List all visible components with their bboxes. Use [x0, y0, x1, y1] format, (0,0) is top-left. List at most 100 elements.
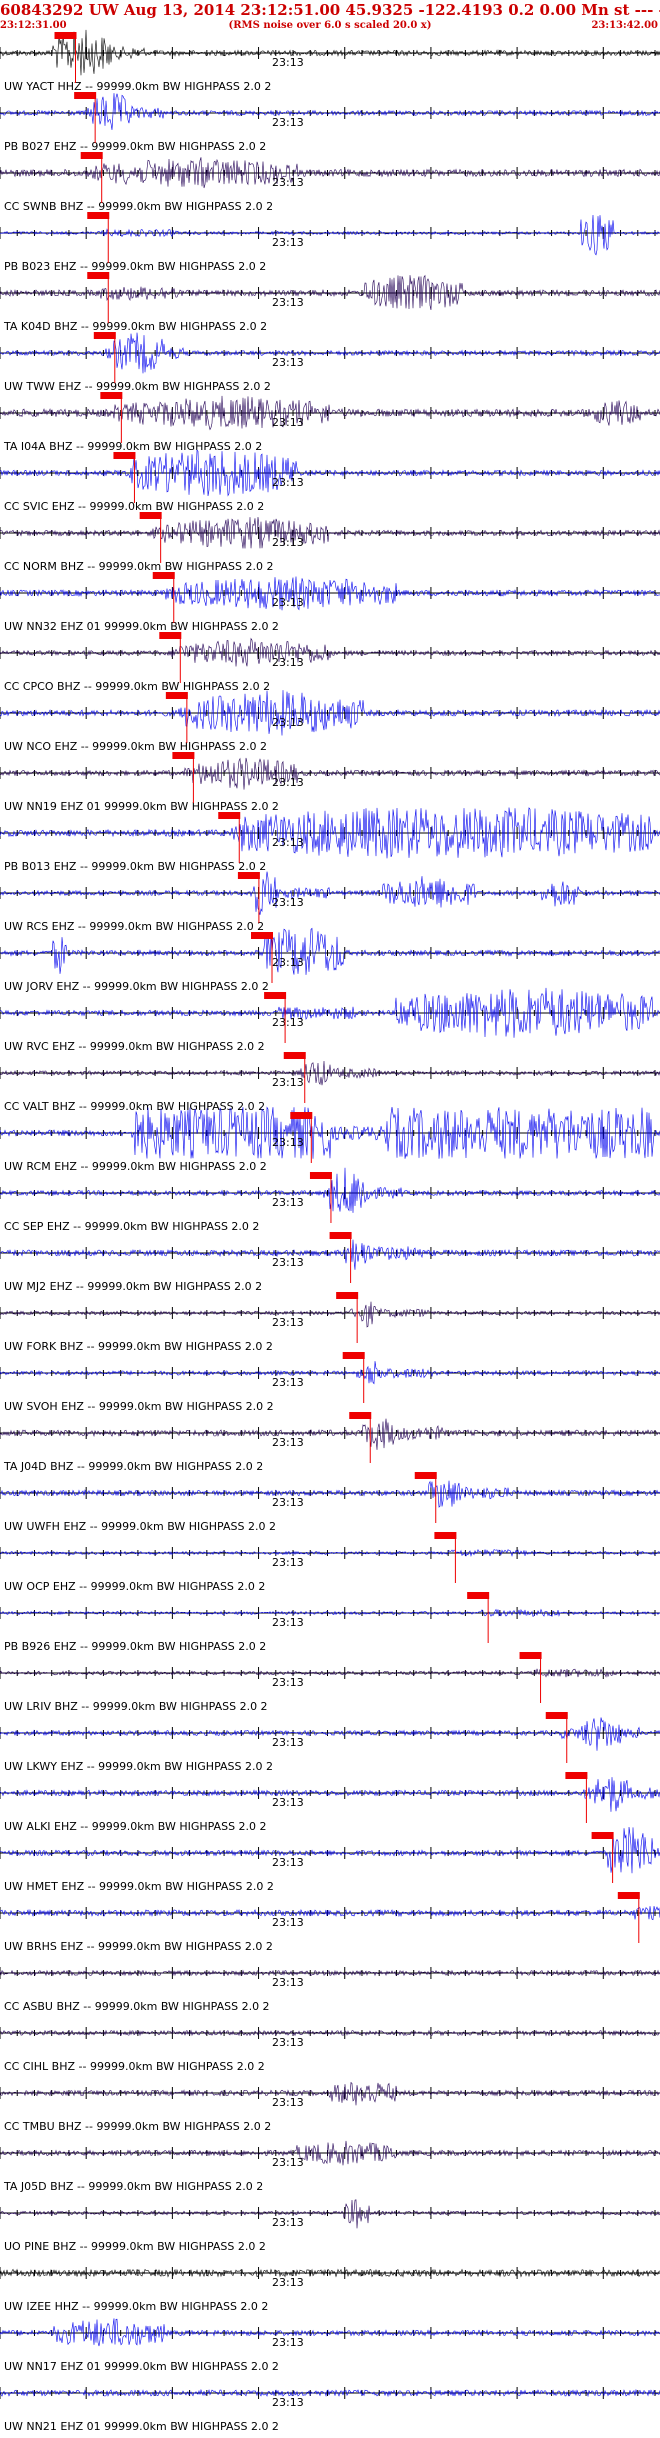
channel-label: UW TWW EHZ -- 99999.0km BW HIGHPASS 2.0 …	[4, 380, 271, 393]
channel-trace: UW RCM EHZ -- 99999.0km BW HIGHPASS 2.0 …	[0, 1106, 660, 1173]
waveform	[0, 1301, 660, 1328]
pick-marker	[414, 1472, 437, 1479]
tick-label: 23:13	[272, 1676, 304, 1689]
tick-label: 23:13	[272, 596, 304, 609]
tick-label: 23:13	[272, 116, 304, 129]
channel-trace: PB B013 EHZ -- 99999.0km BW HIGHPASS 2.0…	[0, 807, 660, 873]
tick-label: 23:13	[272, 1436, 304, 1449]
channel-label: CC TMBU BHZ -- 99999.0km BW HIGHPASS 2.0…	[4, 2120, 271, 2133]
channel-trace: CC ASBU BHZ -- 99999.0km BW HIGHPASS 2.0…	[0, 1967, 660, 2013]
tick-label: 23:13	[272, 2216, 304, 2229]
waveform	[0, 757, 660, 790]
channel-label: UW RCM EHZ -- 99999.0km BW HIGHPASS 2.0 …	[4, 1160, 267, 1173]
pick-marker	[139, 512, 162, 519]
pick-marker	[87, 272, 110, 279]
tick-label: 23:13	[272, 176, 304, 189]
pick-marker	[159, 632, 182, 639]
channel-trace: UW HMET EHZ -- 99999.0km BW HIGHPASS 2.0…	[0, 1826, 660, 1893]
channel-trace: UW LRIV BHZ -- 99999.0km BW HIGHPASS 2.0…	[0, 1652, 660, 1713]
pick-marker	[218, 812, 241, 819]
channel-trace: UW IZEE HHZ -- 99999.0km BW HIGHPASS 2.0…	[0, 2267, 660, 2313]
pick-marker	[251, 932, 273, 939]
tick-label: 23:13	[272, 1256, 304, 1269]
waveform	[0, 2081, 660, 2106]
tick-label: 23:13	[272, 536, 304, 549]
channel-label: CC SWNB BHZ -- 99999.0km BW HIGHPASS 2.0…	[4, 200, 273, 213]
channel-trace: UW NN32 EHZ 01 99999.0km BW HIGHPASS 2.0…	[0, 572, 660, 633]
pick-marker	[74, 92, 97, 99]
channel-label: UO PINE BHZ -- 99999.0km BW HIGHPASS 2.0…	[4, 2240, 266, 2253]
tick-label: 23:13	[272, 1376, 304, 1389]
tick-label: 23:13	[272, 416, 304, 429]
channel-label: UW RVC EHZ -- 99999.0km BW HIGHPASS 2.0 …	[4, 1040, 265, 1053]
pick-marker	[290, 1112, 313, 1119]
tick-label: 23:13	[272, 2156, 304, 2169]
channel-label: UW BRHS EHZ -- 99999.0km BW HIGHPASS 2.0…	[4, 1940, 273, 1953]
tick-label: 23:13	[272, 2096, 304, 2109]
tick-label: 23:13	[272, 1916, 304, 1929]
channel-trace: UW OCP EHZ -- 99999.0km BW HIGHPASS 2.0 …	[0, 1532, 660, 1593]
waveform	[0, 1239, 660, 1270]
tick-label: 23:13	[272, 896, 304, 909]
tick-label: 23:13	[272, 2036, 304, 2049]
waveform	[0, 1717, 660, 1751]
pick-marker	[545, 1712, 568, 1719]
pick-marker	[93, 332, 116, 339]
channel-trace: UW NCO EHZ -- 99999.0km BW HIGHPASS 2.0 …	[0, 690, 660, 753]
tick-label: 23:13	[272, 1856, 304, 1869]
tick-label: 23:13	[272, 716, 304, 729]
pick-marker	[283, 1052, 306, 1059]
channel-trace: UW ALKI EHZ -- 99999.0km BW HIGHPASS 2.0…	[0, 1772, 660, 1833]
channel-label: UW JORV EHZ -- 99999.0km BW HIGHPASS 2.0…	[4, 980, 269, 993]
waveform	[0, 2318, 660, 2347]
channel-label: UW HMET EHZ -- 99999.0km BW HIGHPASS 2.0…	[4, 1880, 274, 1893]
pick-marker	[349, 1412, 372, 1419]
tick-label: 23:13	[272, 1976, 304, 1989]
tick-label: 23:13	[272, 296, 304, 309]
waveform	[0, 1480, 660, 1508]
tick-label: 23:13	[272, 1076, 304, 1089]
tick-label: 23:13	[272, 836, 304, 849]
seismogram-plot: UW YACT HHZ -- 99999.0km BW HIGHPASS 2.0…	[0, 29, 660, 2433]
channel-trace: CC TMBU BHZ -- 99999.0km BW HIGHPASS 2.0…	[0, 2081, 660, 2133]
channel-label: UW NN19 EHZ 01 99999.0km BW HIGHPASS 2.0…	[4, 800, 279, 813]
tick-label: 23:13	[272, 1556, 304, 1569]
channel-trace: UW BRHS EHZ -- 99999.0km BW HIGHPASS 2.0…	[0, 1892, 660, 1953]
channel-trace: UW MJ2 EHZ -- 99999.0km BW HIGHPASS 2.0 …	[0, 1232, 660, 1293]
channel-trace: PB B023 EHZ -- 99999.0km BW HIGHPASS 2.0…	[0, 212, 660, 273]
tick-label: 23:13	[272, 1616, 304, 1629]
helicorder-page: 60843292 UW Aug 13, 2014 23:12:51.00 45.…	[0, 0, 660, 2438]
channel-label: UW UWFH EHZ -- 99999.0km BW HIGHPASS 2.0…	[4, 1520, 276, 1533]
pick-marker	[467, 1592, 490, 1599]
channel-label: PB B023 EHZ -- 99999.0km BW HIGHPASS 2.0…	[4, 260, 266, 273]
channel-label: UW SVOH EHZ -- 99999.0km BW HIGHPASS 2.0…	[4, 1400, 274, 1413]
channel-label: UW IZEE HHZ -- 99999.0km BW HIGHPASS 2.0…	[4, 2300, 268, 2313]
channel-label: UW LRIV BHZ -- 99999.0km BW HIGHPASS 2.0…	[4, 1700, 268, 1713]
channel-trace: UW NN21 EHZ 01 99999.0km BW HIGHPASS 2.0…	[0, 2387, 660, 2433]
tick-label: 23:13	[272, 2276, 304, 2289]
channel-trace: UO PINE BHZ -- 99999.0km BW HIGHPASS 2.0…	[0, 2199, 660, 2253]
waveform	[0, 214, 660, 256]
waveform	[0, 927, 660, 975]
tick-label: 23:13	[272, 1496, 304, 1509]
tick-label: 23:13	[272, 656, 304, 669]
tick-label: 23:13	[272, 776, 304, 789]
tick-label: 23:13	[272, 1136, 304, 1149]
channel-label: UW FORK BHZ -- 99999.0km BW HIGHPASS 2.0…	[4, 1340, 273, 1353]
waveform	[0, 1418, 660, 1450]
pick-marker	[309, 1172, 332, 1179]
pick-marker	[87, 212, 110, 219]
channel-trace: TA K04D BHZ -- 99999.0km BW HIGHPASS 2.0…	[0, 272, 660, 333]
pick-marker	[165, 692, 188, 699]
pick-marker	[617, 1892, 640, 1899]
tick-label: 23:13	[272, 956, 304, 969]
pick-marker	[152, 572, 175, 579]
pick-marker	[113, 452, 136, 459]
channel-trace: CC CPCO BHZ -- 99999.0km BW HIGHPASS 2.0…	[0, 632, 660, 693]
channel-label: TA K04D BHZ -- 99999.0km BW HIGHPASS 2.0…	[3, 320, 267, 333]
channel-label: TA J04D BHZ -- 99999.0km BW HIGHPASS 2.0…	[3, 1460, 263, 1473]
channel-trace: CC SWNB BHZ -- 99999.0km BW HIGHPASS 2.0…	[0, 152, 660, 213]
channel-trace: PB B027 EHZ -- 99999.0km BW HIGHPASS 2.0…	[0, 92, 660, 153]
waveform	[0, 93, 660, 130]
channel-label: CC NORM BHZ -- 99999.0km BW HIGHPASS 2.0…	[4, 560, 273, 573]
